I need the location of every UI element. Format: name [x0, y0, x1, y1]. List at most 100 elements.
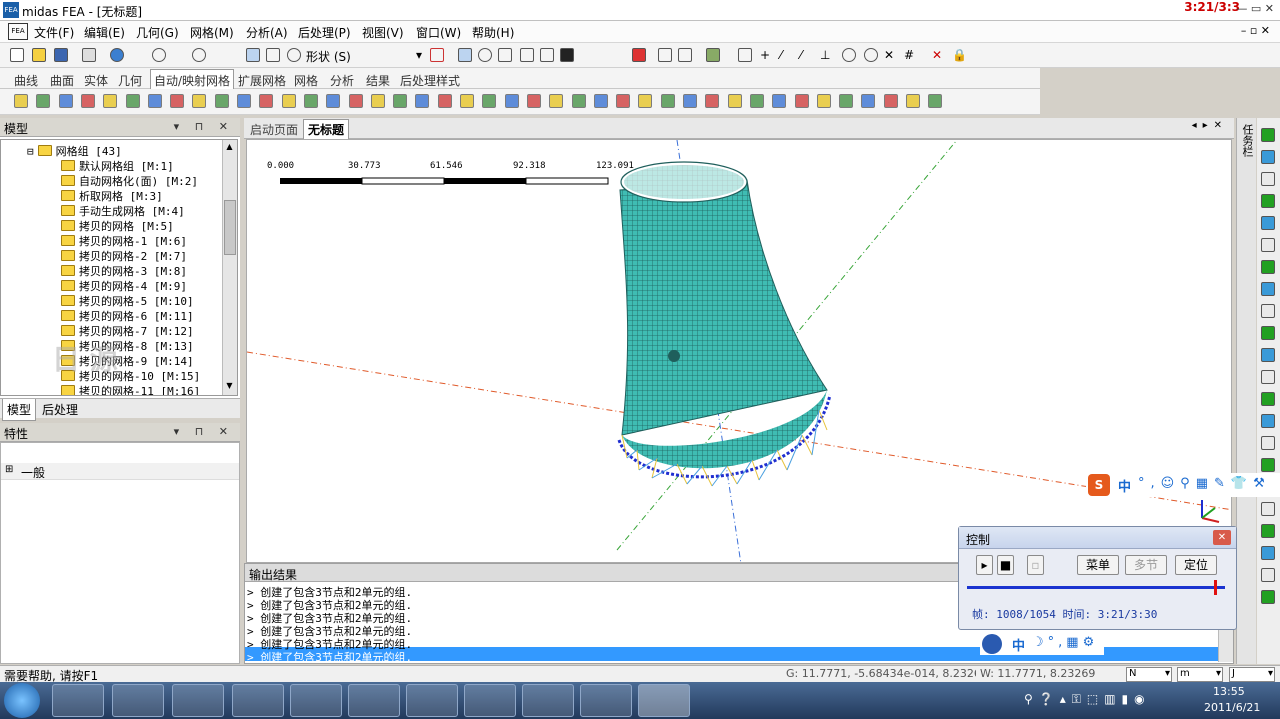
lock-icon[interactable]: 🔒: [952, 48, 967, 62]
ribbon-tool-icon[interactable]: [326, 94, 341, 108]
ribbon-tool-icon[interactable]: [906, 94, 920, 108]
clock-date[interactable]: 2011/6/21: [1204, 701, 1260, 714]
ribbon-tool-icon[interactable]: [393, 94, 408, 108]
ribbon-tool-icon[interactable]: [883, 94, 898, 108]
menu-edit[interactable]: 编辑(E): [84, 24, 125, 41]
menu-geometry[interactable]: 几何(G): [136, 24, 179, 41]
mdi-controls[interactable]: – ▫ ✕: [1241, 24, 1270, 37]
tree-item[interactable]: 自动网格化(面) [M:2]: [61, 173, 198, 188]
menu-file[interactable]: 文件(F): [34, 24, 74, 41]
tree-item[interactable]: 拷贝的网格-6 [M:11]: [61, 308, 194, 323]
ribbon-tool-icon[interactable]: [125, 94, 140, 108]
ribbon-tool-icon[interactable]: [147, 94, 162, 108]
menu-analysis[interactable]: 分析(A): [246, 24, 288, 41]
side-tool-icon[interactable]: [1261, 348, 1275, 362]
pan-icon[interactable]: [520, 48, 534, 62]
doc-tab-nav[interactable]: ◂▸✕: [1192, 120, 1228, 131]
tree-item[interactable]: 拷贝的网格-2 [M:7]: [61, 248, 187, 263]
render-icon[interactable]: [560, 48, 574, 62]
close-x-icon[interactable]: ✕: [932, 48, 946, 62]
rotate-icon[interactable]: [478, 48, 492, 62]
collapse-icon[interactable]: ⊟: [27, 145, 34, 158]
ribbon-tool-icon[interactable]: [928, 94, 943, 108]
ribbon-tool-icon[interactable]: [281, 94, 296, 108]
props-panel-controls[interactable]: ▾ ⊓ ✕: [174, 425, 234, 438]
tab-auto-mesh[interactable]: 自动/映射网格: [150, 69, 235, 89]
side-tool-icon[interactable]: [1261, 128, 1275, 142]
tray-icons[interactable]: ⚲❔▴⚿⬚▥▮◉: [1024, 692, 1194, 708]
ribbon-tool-icon[interactable]: [437, 94, 452, 108]
ribbon-tool-icon[interactable]: [593, 94, 608, 108]
taskbar-g-icon[interactable]: [580, 684, 632, 717]
ime-lang-2[interactable]: 中: [1012, 635, 1025, 654]
tab-post-style[interactable]: 后处理样式: [400, 72, 460, 89]
taskbar-hp-icon[interactable]: [172, 684, 224, 717]
taskbar-a-icon[interactable]: [522, 684, 574, 717]
tab-extend-mesh[interactable]: 扩展网格: [238, 72, 286, 89]
new-file-icon[interactable]: [10, 48, 24, 62]
side-tool-icon[interactable]: [1261, 524, 1275, 538]
select-window-icon[interactable]: [266, 48, 280, 62]
menu-postprocess[interactable]: 后处理(P): [298, 24, 351, 41]
view-iso-icon[interactable]: [540, 48, 554, 62]
side-tool-icon[interactable]: [1261, 590, 1275, 604]
menu-button[interactable]: 菜单: [1077, 555, 1119, 575]
table-2-icon[interactable]: [678, 48, 692, 62]
panel-controls[interactable]: ▾ ⊓ ✕: [174, 120, 234, 133]
tab-geometry[interactable]: 几何: [118, 72, 142, 89]
step-button[interactable]: ▫: [1027, 555, 1044, 575]
side-tool-icon[interactable]: [1261, 150, 1275, 164]
taskbar-fea-icon[interactable]: [638, 684, 690, 717]
ime-tools-icon[interactable]: °,☺⚲▦✎👕⚒: [1138, 476, 1271, 491]
taskbar-app-red-icon[interactable]: [348, 684, 400, 717]
grid-icon[interactable]: [738, 48, 752, 62]
snap-line-icon[interactable]: ⁄: [780, 48, 794, 62]
unit-length-select[interactable]: m ▾: [1177, 667, 1223, 682]
ribbon-tool-icon[interactable]: [861, 94, 876, 108]
ribbon-tool-icon[interactable]: [526, 94, 541, 108]
taskbar-excel-icon[interactable]: [464, 684, 516, 717]
model-view[interactable]: 0.000 30.773 61.546 92.318 123.091: [247, 140, 1232, 563]
menu-mesh[interactable]: 网格(M): [190, 24, 234, 41]
side-tool-icon[interactable]: [1261, 326, 1275, 340]
tab-postprocess[interactable]: 后处理: [42, 401, 78, 418]
help-icon[interactable]: [110, 48, 124, 62]
book-icon[interactable]: [706, 48, 720, 62]
side-tool-icon[interactable]: [1261, 502, 1275, 516]
ribbon-tool-icon[interactable]: [259, 94, 274, 108]
ribbon-tool-icon[interactable]: [214, 94, 229, 108]
side-tool-icon[interactable]: [1261, 260, 1275, 274]
side-tool-icon[interactable]: [1261, 392, 1275, 406]
tab-solid[interactable]: 实体: [84, 72, 108, 89]
side-tool-icon[interactable]: [1261, 194, 1275, 208]
viewport[interactable]: 0.000 30.773 61.546 92.318 123.091: [246, 139, 1232, 563]
ribbon-tool-icon[interactable]: [237, 94, 251, 108]
ribbon-tool-icon[interactable]: [616, 94, 631, 108]
view-front-icon[interactable]: [498, 48, 512, 62]
snap-perp-icon[interactable]: ⊥: [820, 48, 834, 62]
ribbon-tool-icon[interactable]: [14, 94, 28, 108]
tab-results[interactable]: 结果: [366, 72, 390, 89]
menu-help[interactable]: 帮助(H): [472, 24, 514, 41]
ribbon-tool-icon[interactable]: [638, 94, 653, 108]
sogou-icon[interactable]: S: [1088, 474, 1110, 496]
window-controls[interactable]: — ▭ ✕: [1236, 2, 1274, 15]
tree-item[interactable]: 手动生成网格 [M:4]: [61, 203, 185, 218]
open-folder-icon[interactable]: [32, 48, 46, 62]
taskbar-ie-icon[interactable]: [52, 684, 104, 717]
task-panel-label[interactable]: 任务栏: [1240, 124, 1254, 157]
ribbon-tool-icon[interactable]: [415, 94, 430, 108]
tab-mesh[interactable]: 网格: [294, 72, 318, 89]
multi-button[interactable]: 多节: [1125, 555, 1167, 575]
side-tool-icon[interactable]: [1261, 370, 1275, 384]
snap-grid-icon[interactable]: #: [904, 48, 918, 62]
ribbon-tool-icon[interactable]: [727, 94, 742, 108]
shape-dropdown[interactable]: 形状 (S) ▾: [306, 48, 424, 64]
tree-group-root[interactable]: ⊟ 网格组 [43]: [27, 143, 122, 158]
ribbon-tool-icon[interactable]: [839, 94, 854, 108]
side-tool-icon[interactable]: [1261, 282, 1275, 296]
ribbon-tool-icon[interactable]: [348, 94, 363, 108]
tree-item[interactable]: 拷贝的网格-4 [M:9]: [61, 278, 187, 293]
locate-button[interactable]: 定位: [1175, 555, 1217, 575]
menu-view[interactable]: 视图(V): [362, 24, 404, 41]
